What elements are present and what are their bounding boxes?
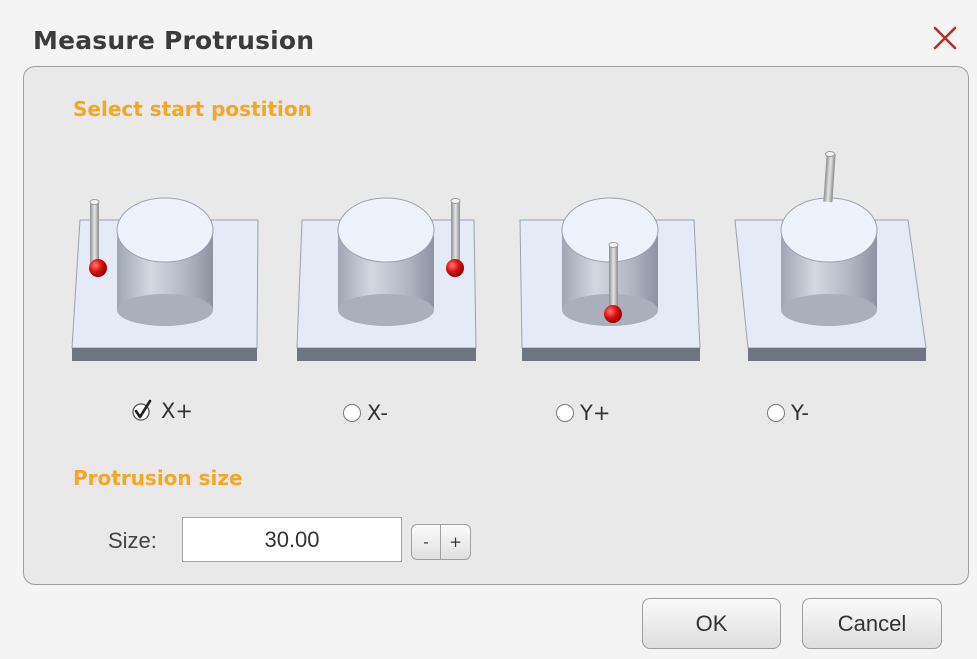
option-y-minus-label: Y- xyxy=(791,401,809,425)
illustration-y-minus xyxy=(734,151,927,361)
illustration-y-plus xyxy=(519,197,701,361)
close-button[interactable] xyxy=(925,18,965,58)
radio-icon xyxy=(767,404,785,422)
decrement-button[interactable]: - xyxy=(411,524,441,560)
option-x-minus-label: X- xyxy=(367,401,388,425)
protrusion-size-heading: Protrusion size xyxy=(73,466,243,490)
size-input[interactable] xyxy=(182,517,402,562)
option-x-minus[interactable]: X- xyxy=(343,401,388,425)
radio-icon xyxy=(343,404,361,422)
checked-radio-icon xyxy=(132,399,152,421)
option-x-plus-label: X+ xyxy=(161,399,193,423)
option-y-plus[interactable]: Y+ xyxy=(556,401,610,425)
ok-button[interactable]: OK xyxy=(642,598,781,649)
probe-illustrations xyxy=(71,151,927,361)
dialog-title: Measure Protrusion xyxy=(33,26,315,55)
cancel-button[interactable]: Cancel xyxy=(802,598,942,649)
illustration-x-plus xyxy=(71,197,259,361)
option-y-plus-label: Y+ xyxy=(580,401,611,425)
size-label: Size: xyxy=(108,528,157,553)
close-icon xyxy=(933,26,957,50)
radio-icon xyxy=(556,404,574,422)
option-y-minus[interactable]: Y- xyxy=(767,401,809,425)
option-x-plus[interactable]: X+ xyxy=(131,399,193,423)
illustration-x-minus xyxy=(296,197,477,361)
start-position-heading: Select start postition xyxy=(73,97,312,121)
increment-button[interactable]: + xyxy=(441,524,471,560)
